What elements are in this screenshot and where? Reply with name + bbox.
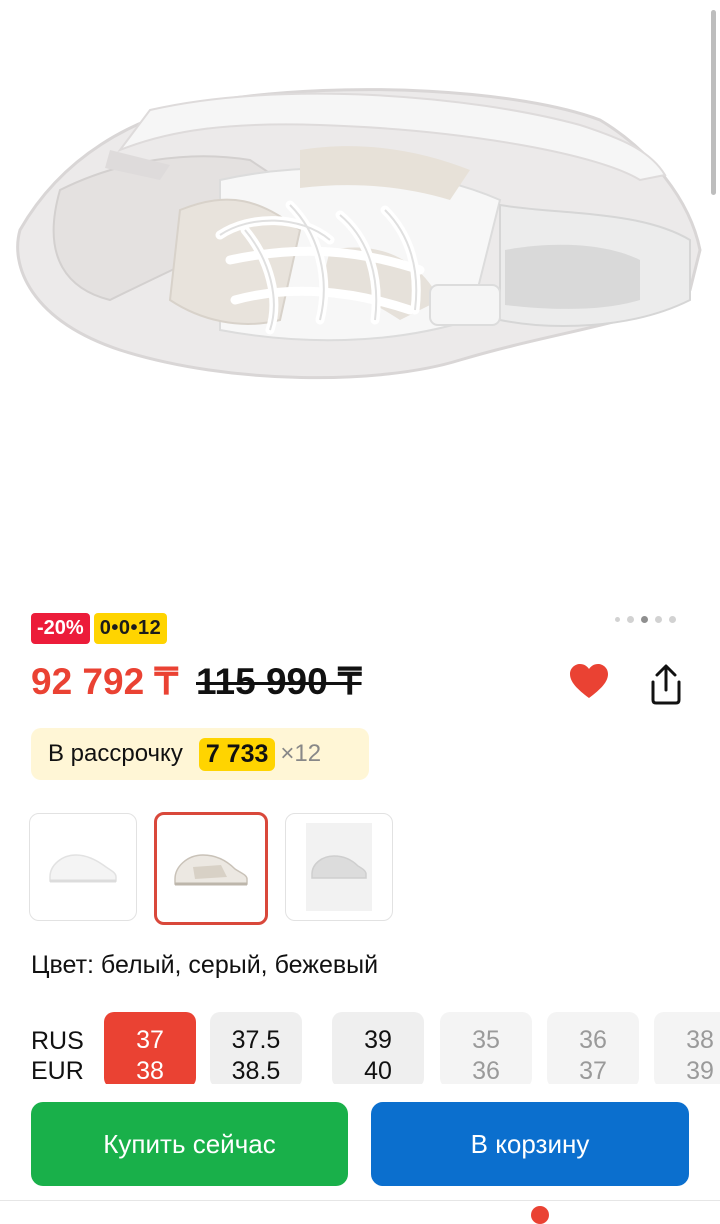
size-eur: 37 xyxy=(579,1057,607,1084)
buy-now-button[interactable]: Купить сейчас xyxy=(31,1102,348,1186)
discount-badge: -20% xyxy=(31,613,90,644)
share-button[interactable] xyxy=(644,662,688,706)
scrollbar[interactable] xyxy=(711,10,716,195)
installment-offer[interactable]: В рассрочку 7 733 ×12 xyxy=(31,728,369,780)
size-rus: 39 xyxy=(364,1026,392,1054)
size-eur: 39 xyxy=(686,1057,714,1084)
current-price: 92 792 ₸ xyxy=(31,661,178,702)
size-option-selected[interactable]: 37 38 xyxy=(104,1012,196,1084)
heart-icon xyxy=(570,664,608,698)
variant-thumb-beige[interactable] xyxy=(154,812,268,925)
size-option-unavailable[interactable]: 36 37 xyxy=(547,1012,639,1084)
size-rus: 38 xyxy=(686,1026,714,1054)
size-rus: 36 xyxy=(579,1026,607,1054)
color-variants xyxy=(29,812,393,925)
gallery-dot[interactable] xyxy=(655,616,662,623)
gallery-dot[interactable] xyxy=(669,616,676,623)
product-image[interactable] xyxy=(0,0,720,600)
size-eur: 38.5 xyxy=(231,1057,281,1084)
size-system-eur: EUR xyxy=(31,1057,84,1084)
size-option-unavailable[interactable]: 38 39 xyxy=(654,1012,720,1084)
color-label: Цвет: белый, серый, бежевый xyxy=(31,951,379,979)
gallery-dot[interactable] xyxy=(615,617,620,622)
price-row: 92 792 ₸ 115 990 ₸ xyxy=(31,660,362,703)
size-system-rus: RUS xyxy=(31,1027,84,1055)
size-selector: RUS EUR 37 38 37.5 38.5 39 40 35 36 36 3… xyxy=(0,1012,720,1084)
size-option[interactable]: 37.5 38.5 xyxy=(210,1012,302,1084)
gallery-pagination xyxy=(615,616,676,623)
size-systems: RUS EUR xyxy=(31,1026,84,1084)
size-rus: 37 xyxy=(136,1026,164,1054)
installment-amount: 7 733 xyxy=(198,737,276,771)
size-rus: 37.5 xyxy=(231,1026,281,1054)
sneaker-thumb-icon xyxy=(311,855,367,879)
notification-dot xyxy=(531,1206,549,1224)
size-eur: 40 xyxy=(364,1057,392,1084)
variant-thumb-white[interactable] xyxy=(29,813,137,921)
installment-label: В рассрочку xyxy=(48,740,183,767)
size-eur: 36 xyxy=(472,1057,500,1084)
old-price: 115 990 ₸ xyxy=(196,661,362,702)
gallery-dot[interactable] xyxy=(627,616,634,623)
variant-thumb-grey[interactable] xyxy=(285,813,393,921)
bottom-nav-divider xyxy=(0,1200,720,1201)
size-option-unavailable[interactable]: 35 36 xyxy=(440,1012,532,1084)
share-icon xyxy=(651,664,681,705)
sneaker-thumb-icon xyxy=(174,853,248,885)
favorite-button[interactable] xyxy=(567,660,611,704)
add-to-cart-button[interactable]: В корзину xyxy=(371,1102,689,1186)
size-eur: 38 xyxy=(136,1057,164,1084)
sneaker-thumb-icon xyxy=(49,854,117,883)
size-option[interactable]: 39 40 xyxy=(332,1012,424,1084)
sneaker-image xyxy=(16,88,702,380)
timer-badge: 0•0•12 xyxy=(93,613,168,644)
promo-badges: -20% 0•0•12 xyxy=(31,613,168,644)
installment-multiplier: ×12 xyxy=(280,740,322,767)
gallery-dot-active[interactable] xyxy=(641,616,648,623)
size-rus: 35 xyxy=(472,1026,500,1054)
